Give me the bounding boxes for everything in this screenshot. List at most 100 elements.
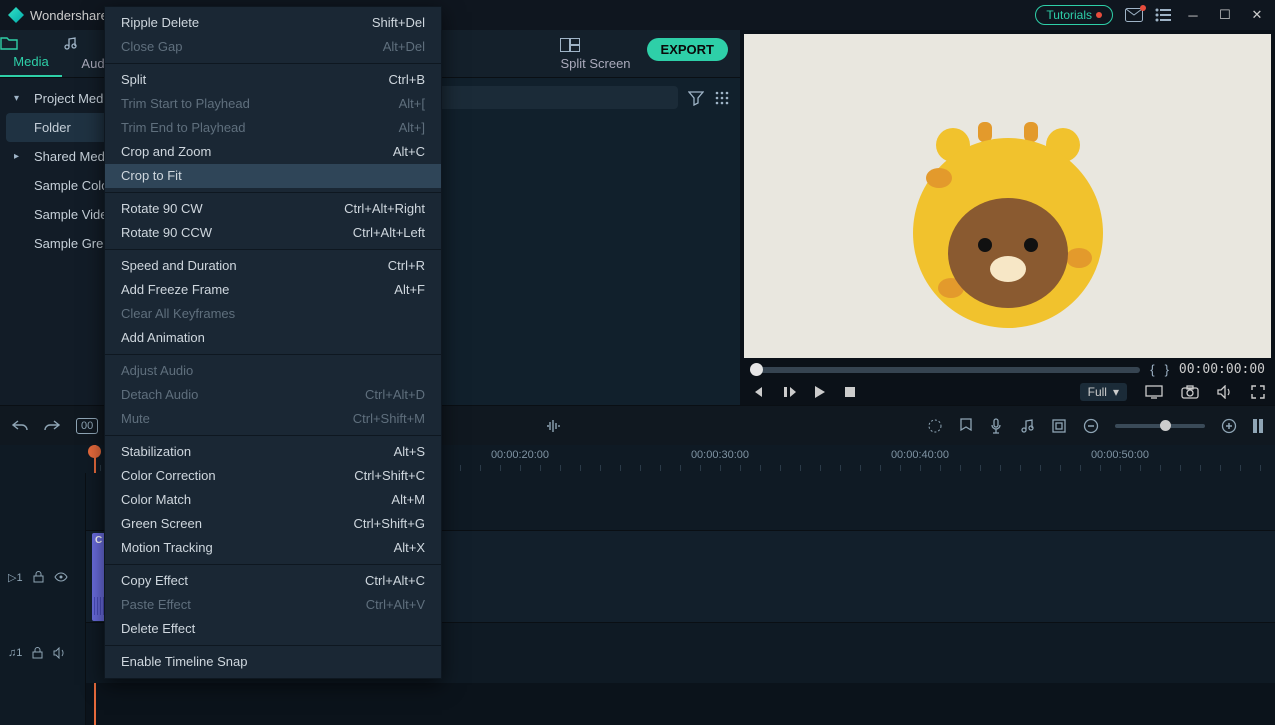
- context-menu-item-shortcut: Shift+Del: [372, 15, 425, 31]
- context-menu-item[interactable]: Ripple DeleteShift+Del: [105, 11, 441, 35]
- speaker-icon[interactable]: [53, 647, 66, 659]
- undo-button[interactable]: [12, 419, 28, 433]
- context-menu-separator: [105, 192, 441, 193]
- tasks-icon[interactable]: [1155, 8, 1171, 22]
- context-menu-item-label: Trim Start to Playhead: [121, 96, 250, 112]
- context-menu-item-label: Detach Audio: [121, 387, 198, 403]
- context-menu-separator: [105, 645, 441, 646]
- zoom-slider[interactable]: [1115, 424, 1205, 428]
- context-menu-item[interactable]: Motion TrackingAlt+X: [105, 536, 441, 560]
- context-menu-item[interactable]: Rotate 90 CCWCtrl+Alt+Left: [105, 221, 441, 245]
- context-menu-item: Detach AudioCtrl+Alt+D: [105, 383, 441, 407]
- lock-icon[interactable]: [32, 647, 43, 659]
- context-menu-item[interactable]: Rotate 90 CWCtrl+Alt+Right: [105, 197, 441, 221]
- voiceover-icon[interactable]: [989, 418, 1003, 434]
- context-menu-item[interactable]: StabilizationAlt+S: [105, 440, 441, 464]
- context-menu-separator: [105, 564, 441, 565]
- context-menu-item-shortcut: Ctrl+Alt+Right: [344, 201, 425, 217]
- tab-split-screen[interactable]: Split Screen: [560, 38, 630, 77]
- mark-out-button[interactable]: }: [1165, 362, 1169, 377]
- maximize-button[interactable]: ☐: [1215, 7, 1235, 23]
- close-button[interactable]: ✕: [1247, 7, 1267, 23]
- stop-button[interactable]: [844, 386, 856, 398]
- context-menu-item[interactable]: Crop to Fit: [105, 164, 441, 188]
- context-menu-item-label: Mute: [121, 411, 150, 427]
- context-menu-separator: [105, 249, 441, 250]
- audio-track-header[interactable]: ♫1: [0, 623, 85, 683]
- context-menu-item-shortcut: Alt+C: [393, 144, 425, 160]
- context-menu-separator: [105, 435, 441, 436]
- lock-icon[interactable]: [33, 571, 44, 583]
- audio-track-label: ♫1: [8, 647, 22, 659]
- context-menu-item-label: Add Freeze Frame: [121, 282, 229, 298]
- context-menu-item-label: Speed and Duration: [121, 258, 237, 274]
- preview-scrubber[interactable]: [750, 367, 1140, 373]
- chevron-right-icon: ▸: [14, 151, 19, 162]
- mark-in-button[interactable]: {: [1150, 362, 1154, 377]
- crop-tool-icon[interactable]: [1051, 418, 1067, 434]
- context-menu-item[interactable]: Crop and ZoomAlt+C: [105, 140, 441, 164]
- context-menu-item[interactable]: Speed and DurationCtrl+R: [105, 254, 441, 278]
- tutorials-button[interactable]: Tutorials: [1035, 5, 1113, 25]
- zoom-fit-button[interactable]: [1253, 419, 1263, 433]
- grid-view-icon[interactable]: [714, 90, 730, 106]
- context-menu-item-shortcut: Alt+Del: [383, 39, 425, 55]
- context-menu-item-shortcut: Ctrl+Shift+M: [353, 411, 425, 427]
- context-menu-item-shortcut: Alt+M: [391, 492, 425, 508]
- play-button[interactable]: [814, 385, 826, 399]
- context-menu-item[interactable]: Delete Effect: [105, 617, 441, 641]
- context-menu-item-shortcut: Alt+F: [394, 282, 425, 298]
- chevron-down-icon: ▾: [1113, 385, 1119, 399]
- context-menu-item-shortcut: Ctrl+Alt+C: [365, 573, 425, 589]
- context-menu-item: Adjust Audio: [105, 359, 441, 383]
- context-menu-item[interactable]: Add Animation: [105, 326, 441, 350]
- preview-size-select[interactable]: Full▾: [1080, 383, 1127, 401]
- context-menu-item-label: Crop to Fit: [121, 168, 182, 184]
- context-menu-item-shortcut: Ctrl+Shift+G: [353, 516, 425, 532]
- context-menu-item-label: Stabilization: [121, 444, 191, 460]
- context-menu-item-label: Add Animation: [121, 330, 205, 346]
- snapshot-icon[interactable]: [1181, 385, 1199, 399]
- filter-icon[interactable]: [688, 90, 704, 106]
- minimize-button[interactable]: ─: [1183, 8, 1203, 23]
- track-gutter: ▷1 ♫1: [0, 473, 86, 725]
- context-menu-item-shortcut: Ctrl+Shift+C: [354, 468, 425, 484]
- context-menu-item[interactable]: Color CorrectionCtrl+Shift+C: [105, 464, 441, 488]
- fullscreen-icon[interactable]: [1251, 385, 1265, 399]
- context-menu-item[interactable]: Add Freeze Frame Alt+F: [105, 278, 441, 302]
- display-icon[interactable]: [1145, 385, 1163, 399]
- zoom-out-button[interactable]: [1083, 418, 1099, 434]
- audio-mixer-icon[interactable]: [1019, 418, 1035, 434]
- eye-icon[interactable]: [54, 572, 68, 582]
- context-menu[interactable]: Ripple DeleteShift+DelClose GapAlt+DelSp…: [104, 6, 442, 679]
- ruler-tick: 00:00:50:00: [1091, 449, 1149, 461]
- render-icon[interactable]: [927, 418, 943, 434]
- mail-icon[interactable]: [1125, 8, 1143, 22]
- export-button[interactable]: EXPORT: [647, 38, 728, 61]
- context-menu-item[interactable]: SplitCtrl+B: [105, 68, 441, 92]
- context-menu-item: Trim End to PlayheadAlt+]: [105, 116, 441, 140]
- marker-icon[interactable]: [959, 418, 973, 434]
- redo-button[interactable]: [44, 419, 60, 433]
- clip-label: C: [95, 535, 102, 546]
- context-menu-item[interactable]: Color MatchAlt+M: [105, 488, 441, 512]
- context-menu-item[interactable]: Green ScreenCtrl+Shift+G: [105, 512, 441, 536]
- tab-media[interactable]: Media: [0, 36, 62, 77]
- zoom-in-button[interactable]: [1221, 418, 1237, 434]
- notification-dot-icon: [1096, 12, 1102, 18]
- prev-frame-button[interactable]: [750, 385, 764, 399]
- context-menu-item-shortcut: Alt+]: [399, 120, 425, 136]
- play-pause-button[interactable]: [782, 385, 796, 399]
- preview-viewport[interactable]: [744, 34, 1271, 358]
- context-menu-item: Paste EffectCtrl+Alt+V: [105, 593, 441, 617]
- video-track-header[interactable]: ▷1: [0, 531, 85, 623]
- tutorials-label: Tutorials: [1046, 8, 1092, 22]
- context-menu-item[interactable]: Enable Timeline Snap: [105, 650, 441, 674]
- context-menu-item-label: Motion Tracking: [121, 540, 213, 556]
- tab-media-label: Media: [13, 54, 48, 69]
- volume-icon[interactable]: [1217, 385, 1233, 399]
- waveform-icon[interactable]: [545, 418, 563, 434]
- timecode-tag[interactable]: 00: [76, 418, 98, 434]
- context-menu-item[interactable]: Copy EffectCtrl+Alt+C: [105, 569, 441, 593]
- context-menu-item-label: Enable Timeline Snap: [121, 654, 247, 670]
